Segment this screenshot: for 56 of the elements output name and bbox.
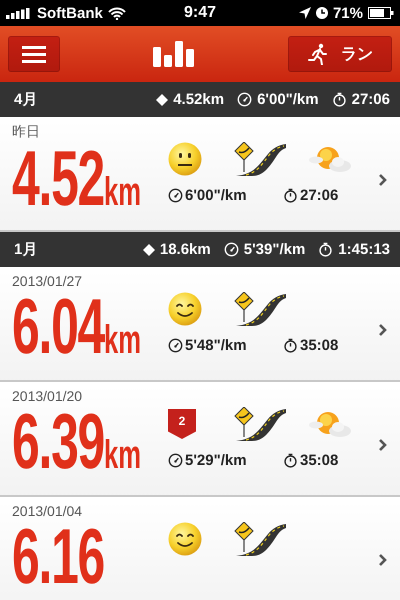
road-sign-icon bbox=[234, 407, 286, 441]
partly-cloudy-icon bbox=[308, 144, 352, 174]
carrier-name: SoftBank bbox=[37, 4, 103, 22]
total-duration: 1:45:13 bbox=[338, 241, 390, 258]
signal-icon bbox=[6, 8, 32, 18]
run-pace: 5'48"/km bbox=[185, 337, 247, 354]
stopwatch-icon bbox=[332, 92, 347, 107]
stopwatch-icon bbox=[283, 453, 298, 468]
month-label: 4月 bbox=[14, 90, 38, 109]
status-time: 9:47 bbox=[184, 4, 216, 22]
chevron-right-icon bbox=[378, 323, 388, 337]
average-pace: 5'39"/km bbox=[244, 241, 306, 258]
stopwatch-icon bbox=[318, 242, 334, 257]
road-sign-icon bbox=[234, 522, 286, 556]
chevron-right-icon bbox=[378, 173, 388, 187]
total-distance: 4.52km bbox=[173, 91, 224, 108]
road-sign-icon bbox=[234, 292, 286, 326]
month-label: 1月 bbox=[14, 240, 38, 259]
road-sign-icon bbox=[234, 142, 286, 176]
face-icon bbox=[168, 292, 202, 326]
average-pace: 6'00"/km bbox=[257, 91, 319, 108]
run-pace: 5'29"/km bbox=[185, 452, 247, 469]
diamond-icon bbox=[156, 94, 168, 106]
stopwatch-icon bbox=[283, 188, 298, 203]
chevron-right-icon bbox=[378, 438, 388, 452]
face-icon bbox=[168, 142, 202, 176]
wifi-icon bbox=[108, 6, 126, 20]
partly-cloudy-icon bbox=[308, 409, 352, 439]
run-pace: 6'00"/km bbox=[185, 187, 247, 204]
run-button[interactable]: ラン bbox=[288, 36, 392, 72]
stopwatch-icon bbox=[283, 338, 298, 353]
menu-icon bbox=[22, 45, 46, 63]
run-duration: 35:08 bbox=[300, 452, 338, 469]
battery-percent: 71% bbox=[332, 4, 363, 22]
menu-button[interactable] bbox=[8, 36, 60, 72]
distance-unit: km bbox=[104, 433, 142, 477]
speedometer-icon bbox=[224, 242, 239, 257]
run-duration: 35:08 bbox=[300, 337, 338, 354]
distance-unit: km bbox=[104, 318, 142, 362]
diamond-icon bbox=[142, 244, 155, 256]
clock-icon bbox=[316, 7, 328, 19]
face-icon bbox=[168, 522, 202, 556]
speedometer-icon bbox=[168, 338, 183, 353]
speedometer-icon bbox=[168, 188, 183, 203]
chevron-right-icon bbox=[378, 553, 388, 567]
total-duration: 27:06 bbox=[352, 91, 390, 108]
battery-icon bbox=[368, 7, 394, 19]
location-icon bbox=[298, 7, 311, 19]
runner-icon bbox=[307, 43, 329, 65]
rank-badge: 2 bbox=[168, 409, 196, 439]
speedometer-icon bbox=[237, 92, 252, 107]
distance-unit: km bbox=[104, 170, 142, 214]
run-duration: 27:06 bbox=[300, 187, 338, 204]
bar-chart-icon[interactable] bbox=[153, 41, 195, 67]
speedometer-icon bbox=[168, 453, 183, 468]
total-distance: 18.6km bbox=[160, 241, 211, 258]
